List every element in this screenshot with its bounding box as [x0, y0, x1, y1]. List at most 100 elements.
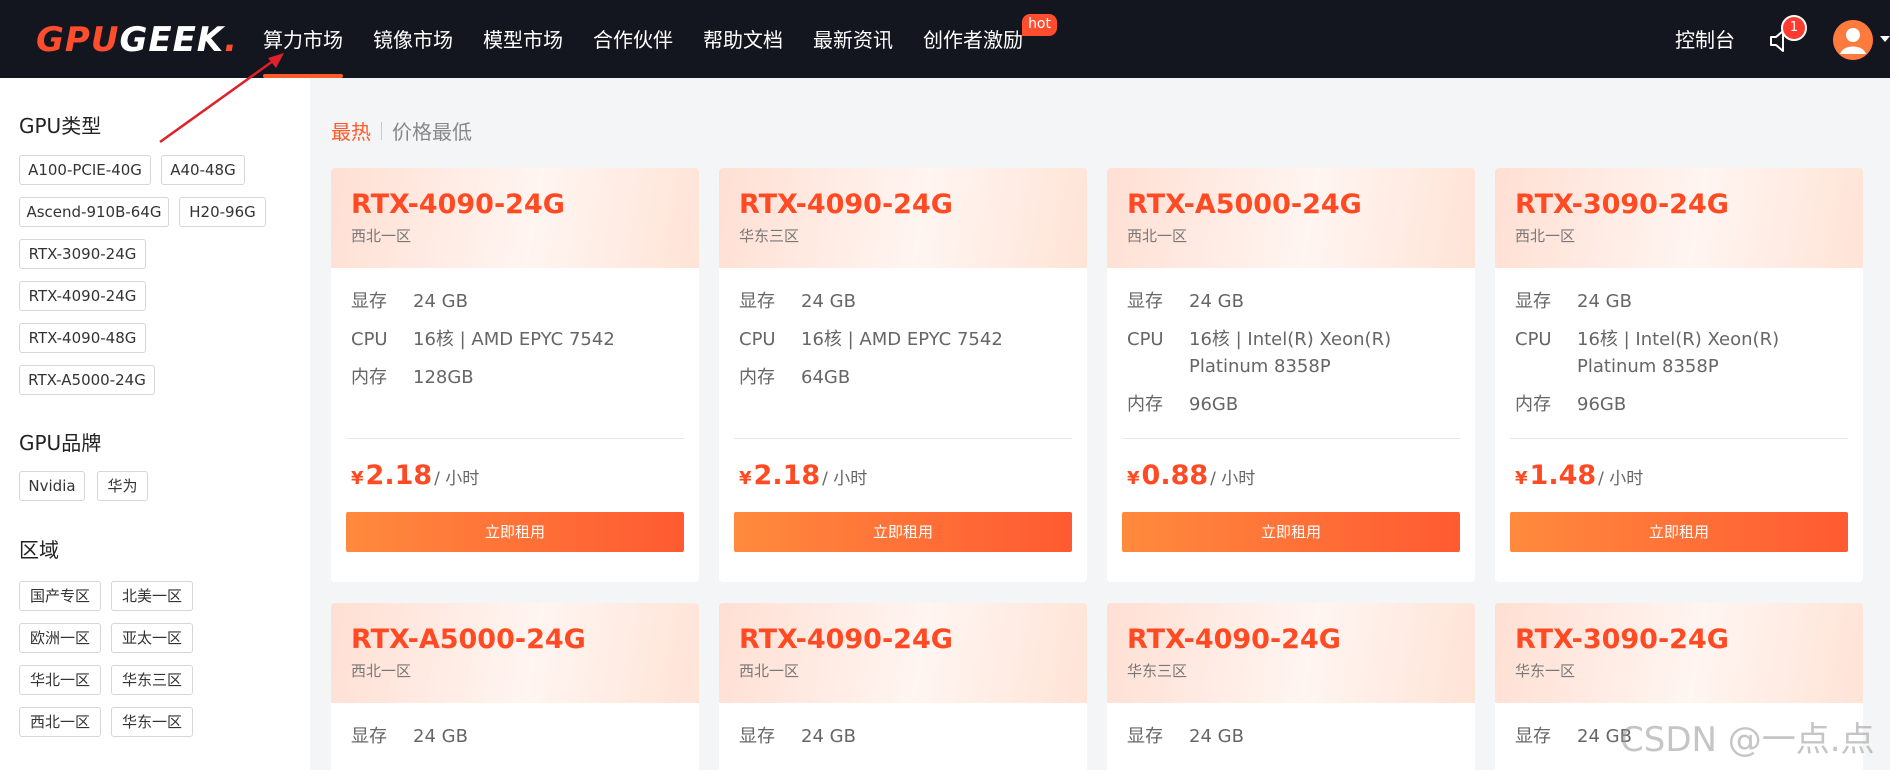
avatar[interactable] [1833, 20, 1873, 60]
filter-chip-gpu-type[interactable]: RTX-A5000-24G [19, 365, 155, 395]
price-value: 0.88 [1141, 460, 1209, 491]
filter-chip-region[interactable]: 华东一区 [111, 707, 193, 737]
spec-value-vram: 24 GB [1189, 726, 1244, 747]
filter-chip-region[interactable]: 华东三区 [111, 665, 193, 695]
gpu-card-header: RTX-3090-24G 西北一区 [1495, 168, 1863, 268]
spec-label-vram: 显存 [1127, 291, 1163, 312]
gpu-card: RTX-4090-24G 西北一区 显存 24 GB CPU 16核 | AMD E… [331, 168, 699, 582]
gpu-card-region: 西北一区 [1127, 227, 1188, 245]
logo[interactable]: GPUGEEK. [36, 18, 238, 62]
filter-chip-region[interactable]: 华北一区 [19, 665, 101, 695]
nav-compute-market[interactable]: 算力市场 [263, 0, 343, 78]
gpu-card-specs: 显存 24 GB CPU 16核 | Intel(R) Xeon(R) Platin… [1495, 268, 1863, 418]
spec-value-vram: 24 GB [413, 726, 468, 747]
nav-model-market[interactable]: 模型市场 [483, 0, 563, 78]
sort-lowest-price[interactable]: 价格最低 [392, 116, 472, 145]
card-divider [1122, 438, 1460, 439]
gpu-listing-area: 最热 价格最低 RTX-4090-24G 西北一区 显存 24 GB CPU 16核… [310, 78, 1890, 770]
card-divider [1510, 438, 1848, 439]
spec-label-vram: 显存 [739, 726, 775, 747]
spec-value-cpu: 16核 | Intel(R) Xeon(R) Platinum 8358P [1577, 329, 1780, 377]
gpu-card-price: ¥2.18/ 小时 [351, 460, 479, 491]
nav-help-docs[interactable]: 帮助文档 [703, 0, 783, 78]
filter-chip-region[interactable]: 亚太一区 [111, 623, 193, 653]
gpu-card-specs: 显存 24 GB [719, 703, 1087, 750]
gpu-card-region: 西北一区 [1515, 227, 1576, 245]
gpu-card-region: 华东三区 [739, 227, 800, 245]
gpu-card: RTX-4090-24G 西北一区 显存 24 GB [719, 603, 1087, 770]
gpu-card-specs: 显存 24 GB [331, 703, 699, 750]
gpu-card-header: RTX-A5000-24G 西北一区 [1107, 168, 1475, 268]
card-divider [346, 438, 684, 439]
spec-value-vram: 24 GB [801, 726, 856, 747]
sort-divider [381, 121, 382, 140]
gpu-card-header: RTX-A5000-24G 西北一区 [331, 603, 699, 703]
gpu-brand-title: GPU品牌 [19, 431, 102, 455]
gpu-card-price: ¥1.48/ 小时 [1515, 460, 1643, 491]
gpu-card-name: RTX-A5000-24G [1127, 189, 1362, 220]
filter-chip-region[interactable]: 北美一区 [111, 581, 193, 611]
filter-chip-region[interactable]: 国产专区 [19, 581, 101, 611]
filter-chip-gpu-type[interactable]: Ascend-910B-64G [19, 197, 169, 227]
gpu-card-specs: 显存 24 GB CPU 16核 | Intel(R) Xeon(R) Platin… [1107, 268, 1475, 418]
price-value: 1.48 [1529, 460, 1597, 491]
spec-value-ram: 96GB [1189, 394, 1239, 415]
rent-now-button[interactable]: 立即租用 [346, 512, 684, 552]
gpu-card-region: 华东三区 [1127, 662, 1188, 680]
filter-chip-gpu-brand[interactable]: Nvidia [19, 471, 85, 501]
gpu-card-specs: 显存 24 GB CPU 16核 | AMD EPYC 7542 内存 64GB [719, 268, 1087, 391]
rent-now-button[interactable]: 立即租用 [1510, 512, 1848, 552]
spec-label-cpu: CPU [739, 329, 776, 350]
filter-chip-gpu-type[interactable]: A40-48G [161, 155, 245, 185]
main-nav: 算力市场 镜像市场 模型市场 合作伙伴 帮助文档 最新资讯 创作者激励 hot [263, 0, 1057, 78]
spec-label-ram: 内存 [739, 367, 775, 388]
region-title: 区域 [19, 538, 59, 562]
gpu-card: RTX-4090-24G 华东三区 显存 24 GB [1107, 603, 1475, 770]
filter-chip-gpu-type[interactable]: RTX-4090-24G [19, 281, 146, 311]
spec-value-vram: 24 GB [801, 291, 856, 312]
spec-label-cpu: CPU [1127, 329, 1164, 350]
rent-now-button[interactable]: 立即租用 [1122, 512, 1460, 552]
nav-image-market[interactable]: 镜像市场 [373, 0, 453, 78]
spec-label-ram: 内存 [1127, 394, 1163, 415]
spec-value-cpu: 16核 | AMD EPYC 7542 [801, 329, 1003, 350]
user-avatar-icon [1833, 20, 1873, 60]
gpu-card-name: RTX-4090-24G [739, 189, 953, 220]
spec-value-ram: 128GB [413, 367, 474, 388]
gpu-card-header: RTX-4090-24G 西北一区 [719, 603, 1087, 703]
gpu-card: RTX-4090-24G 华东三区 显存 24 GB CPU 16核 | AMD E… [719, 168, 1087, 582]
filter-chip-gpu-type[interactable]: A100-PCIE-40G [19, 155, 151, 185]
filter-chip-region[interactable]: 西北一区 [19, 707, 101, 737]
spec-label-vram: 显存 [1515, 291, 1551, 312]
spec-value-cpu: 16核 | Intel(R) Xeon(R) Platinum 8358P [1189, 329, 1392, 377]
spec-value-ram: 96GB [1577, 394, 1627, 415]
gpu-card-name: RTX-3090-24G [1515, 189, 1729, 220]
console-link[interactable]: 控制台 [1675, 0, 1735, 80]
sort-hottest[interactable]: 最热 [331, 116, 371, 145]
logo-dot: . [224, 20, 239, 60]
nav-partners[interactable]: 合作伙伴 [593, 0, 673, 78]
spec-value-vram: 24 GB [1189, 291, 1244, 312]
gpu-card-region: 华东一区 [1515, 662, 1576, 680]
spec-label-cpu: CPU [1515, 329, 1552, 350]
spec-label-cpu: CPU [351, 329, 388, 350]
gpu-card-region: 西北一区 [739, 662, 800, 680]
filter-chip-region[interactable]: 欧洲一区 [19, 623, 101, 653]
filter-chip-gpu-type[interactable]: RTX-4090-48G [19, 323, 146, 353]
nav-news[interactable]: 最新资讯 [813, 0, 893, 78]
price-unit: / 小时 [434, 469, 480, 489]
gpu-card-name: RTX-4090-24G [1127, 624, 1341, 655]
rent-now-button[interactable]: 立即租用 [734, 512, 1072, 552]
filter-chip-gpu-type[interactable]: RTX-3090-24G [19, 239, 146, 269]
gpu-card-specs: 显存 24 GB [1107, 703, 1475, 750]
gpu-card: RTX-A5000-24G 西北一区 显存 24 GB CPU 16核 | Inte… [1107, 168, 1475, 582]
spec-label-vram: 显存 [739, 291, 775, 312]
chevron-down-icon[interactable] [1880, 36, 1890, 42]
top-navigation-bar: GPUGEEK. 算力市场 镜像市场 模型市场 合作伙伴 帮助文档 最新资讯 创… [0, 0, 1890, 78]
spec-label-ram: 内存 [351, 367, 387, 388]
nav-creator-incentive[interactable]: 创作者激励 hot [923, 0, 1057, 78]
gpu-card-name: RTX-3090-24G [1515, 624, 1729, 655]
filter-chip-gpu-type[interactable]: H20-96G [179, 197, 266, 227]
gpu-card-region: 西北一区 [351, 662, 412, 680]
filter-chip-gpu-brand[interactable]: 华为 [97, 471, 148, 501]
